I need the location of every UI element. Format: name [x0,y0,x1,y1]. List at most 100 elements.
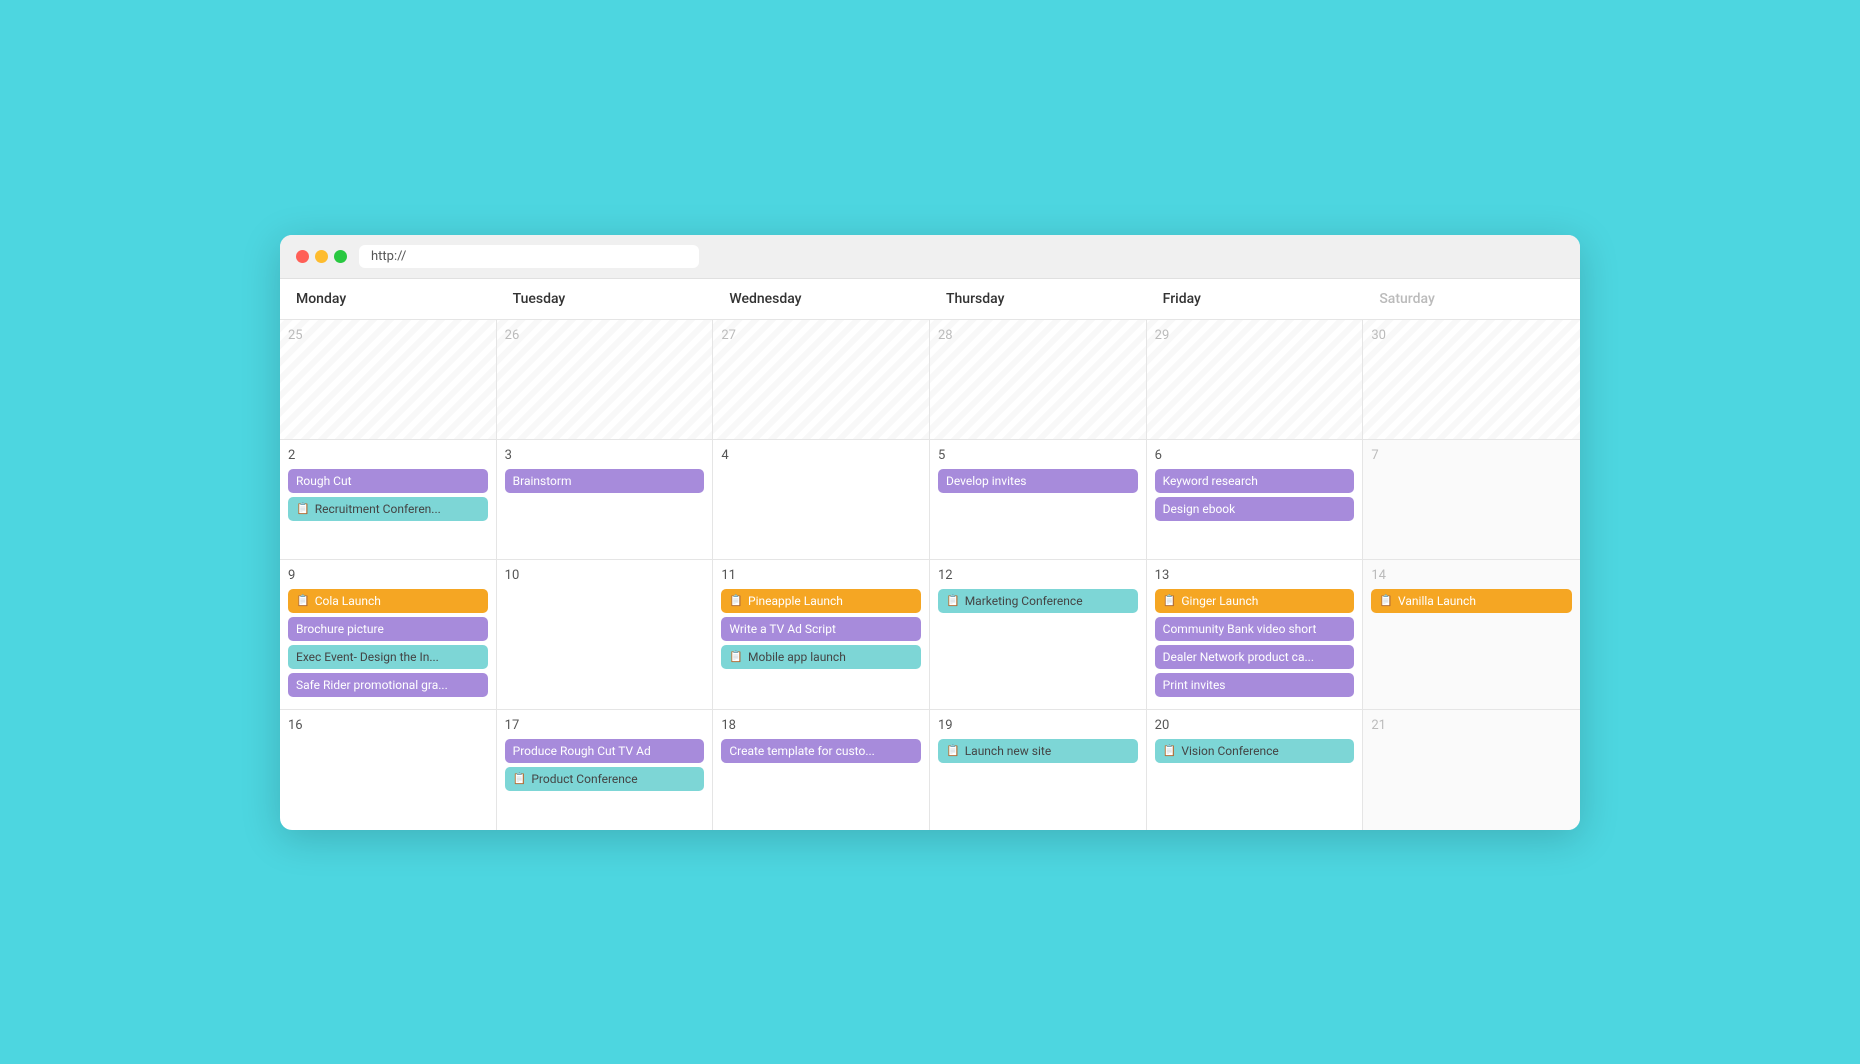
calendar-event[interactable]: 📋Recruitment Conferen... [288,497,488,521]
event-label: Create template for custo... [729,744,874,758]
calendar-cell: 16 [280,710,497,830]
event-document-icon: 📋 [296,594,310,607]
day-header-friday: Friday [1147,279,1364,319]
event-label: Mobile app launch [748,650,846,664]
calendar-row: 9 📋 Cola Launch Brochure picture Exec Event-… [280,560,1580,710]
event-label: Product Conference [531,772,637,786]
calendar-row: 2 Rough Cut 📋Recruitment Conferen... 3 Brain… [280,440,1580,560]
event-document-icon: 📋 [946,594,960,607]
cell-date: 18 [721,718,921,733]
close-button[interactable] [296,250,309,263]
cell-date: 16 [288,718,488,733]
calendar-cell: 2 Rough Cut 📋Recruitment Conferen... [280,440,497,559]
event-label: Pineapple Launch [748,594,843,608]
calendar-event[interactable]: Produce Rough Cut TV Ad [505,739,705,763]
calendar-event[interactable]: 📋 Marketing Conference [938,589,1138,613]
cell-date: 12 [938,568,1138,583]
calendar-event[interactable]: Safe Rider promotional gra... [288,673,488,697]
calendar-event[interactable]: 📋 Vanilla Launch [1371,589,1572,613]
event-label: Vision Conference [1181,744,1278,758]
calendar-cell: 18 Create template for custo... [713,710,930,830]
event-label: Develop invites [946,474,1027,488]
event-label: Ginger Launch [1181,594,1258,608]
calendar-event[interactable]: Create template for custo... [721,739,921,763]
calendar-cell: 30 [1363,320,1580,439]
event-label: Print invites [1163,678,1226,692]
cell-date: 19 [938,718,1138,733]
browser-bar: http:// [280,235,1580,279]
day-header-tuesday: Tuesday [497,279,714,319]
calendar-cell: 17 Produce Rough Cut TV Ad 📋 Product Confer… [497,710,714,830]
cell-date: 30 [1371,328,1572,343]
minimize-button[interactable] [315,250,328,263]
event-document-icon: 📋 [1379,594,1393,607]
calendar-event[interactable]: Exec Event- Design the In... [288,645,488,669]
cell-date: 9 [288,568,488,583]
event-label: Exec Event- Design the In... [296,650,439,664]
cell-date: 27 [721,328,921,343]
calendar-event[interactable]: Write a TV Ad Script [721,617,921,641]
calendar-cell: 7 [1363,440,1580,559]
calendar-event[interactable]: 📋 Cola Launch [288,589,488,613]
cell-date: 5 [938,448,1138,463]
calendar-cell: 21 [1363,710,1580,830]
calendar-event[interactable]: Keyword research [1155,469,1355,493]
calendar-event[interactable]: Dealer Network product ca... [1155,645,1355,669]
calendar-event[interactable]: Community Bank video short [1155,617,1355,641]
event-label: Brainstorm [513,474,572,488]
event-label: Safe Rider promotional gra... [296,678,448,692]
calendar: MondayTuesdayWednesdayThursdayFridaySatu… [280,279,1580,830]
day-header-thursday: Thursday [930,279,1147,319]
cell-date: 26 [505,328,705,343]
event-label: Vanilla Launch [1398,594,1476,608]
day-header-saturday: Saturday [1363,279,1580,319]
calendar-event[interactable]: 📋 Product Conference [505,767,705,791]
calendar-cell: 28 [930,320,1147,439]
day-header-monday: Monday [280,279,497,319]
cell-date: 3 [505,448,705,463]
event-document-icon: 📋 [1163,744,1177,757]
cell-date: 10 [505,568,705,583]
calendar-event[interactable]: Rough Cut [288,469,488,493]
calendar-event[interactable]: 📋Ginger Launch [1155,589,1355,613]
browser-window: http:// MondayTuesdayWednesdayThursdayFr… [280,235,1580,830]
cell-date: 7 [1371,448,1572,463]
event-document-icon: 📋 [729,594,743,607]
event-document-icon: 📋 [946,744,960,757]
calendar-event[interactable]: Design ebook [1155,497,1355,521]
calendar-cell: 25 [280,320,497,439]
event-document-icon: 📋 [513,772,527,785]
calendar-cell: 20📋Vision Conference [1147,710,1364,830]
calendar-cell: 4 [713,440,930,559]
event-label: Keyword research [1163,474,1258,488]
cell-date: 17 [505,718,705,733]
calendar-cell: 5 Develop invites [930,440,1147,559]
calendar-cell: 10 [497,560,714,709]
calendar-event[interactable]: 📋 Pineapple Launch [721,589,921,613]
event-label: Marketing Conference [965,594,1083,608]
calendar-event[interactable]: Brainstorm [505,469,705,493]
event-label: Community Bank video short [1163,622,1317,636]
calendar-cell: 12 📋 Marketing Conference [930,560,1147,709]
calendar-cell: 9 📋 Cola Launch Brochure picture Exec Event-… [280,560,497,709]
calendar-cell: 11 📋 Pineapple Launch Write a TV Ad Script 📋… [713,560,930,709]
calendar-row: 252627282930 [280,320,1580,440]
calendar-event[interactable]: 📋 Launch new site [938,739,1138,763]
cell-date: 14 [1371,568,1572,583]
event-label: Launch new site [965,744,1051,758]
calendar-event[interactable]: 📋 Vision Conference [1155,739,1355,763]
traffic-lights [296,250,347,263]
calendar-event[interactable]: 📋Mobile app launch [721,645,921,669]
cell-date: 2 [288,448,488,463]
event-label: Produce Rough Cut TV Ad [513,744,651,758]
url-bar[interactable]: http:// [359,245,699,268]
event-label: Write a TV Ad Script [729,622,836,636]
calendar-event[interactable]: Print invites [1155,673,1355,697]
calendar-event[interactable]: Develop invites [938,469,1138,493]
event-label: Rough Cut [296,474,352,488]
event-label: Cola Launch [315,594,381,608]
day-header-wednesday: Wednesday [713,279,930,319]
maximize-button[interactable] [334,250,347,263]
calendar-event[interactable]: Brochure picture [288,617,488,641]
cell-date: 11 [721,568,921,583]
